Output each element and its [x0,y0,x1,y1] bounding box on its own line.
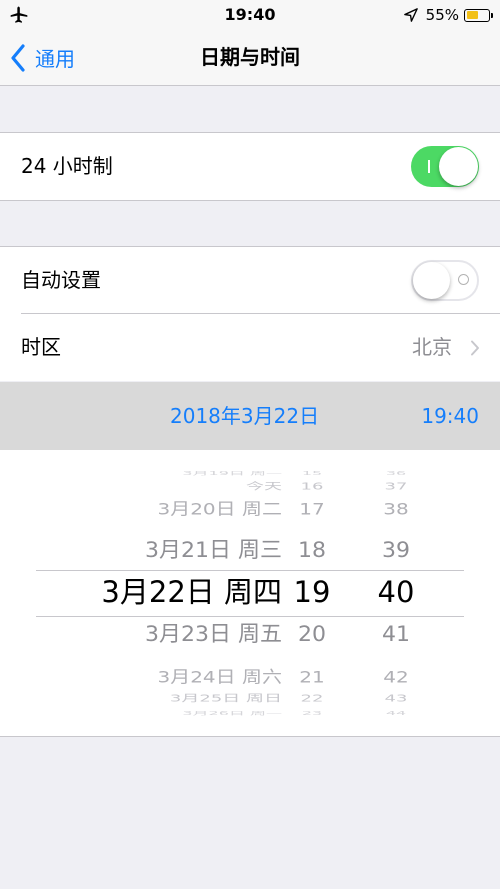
minute-wheel-item: 44 [385,709,407,716]
hour-wheel-item-selected: 19 [293,575,331,610]
date-wheel-item: 3月20日 周二 [157,499,282,519]
hour-wheel[interactable]: 15 16 17 18 19 20 21 22 23 [282,450,342,736]
back-label: 通用 [35,47,75,71]
timezone-row[interactable]: 时区 北京 [0,314,500,381]
minute-wheel[interactable]: 36 37 38 39 40 41 42 43 44 [358,450,434,736]
selected-date: 2018年3月22日 [170,404,320,428]
selected-time: 19:40 [421,404,479,428]
hour-wheel-item: 21 [299,667,325,687]
timezone-label: 时区 [21,335,61,359]
minute-wheel-item: 41 [382,622,410,647]
timezone-value: 北京 [412,335,452,359]
minute-wheel-item: 37 [384,481,408,493]
hour24-row: 24 小时制 [0,133,500,200]
toggle-knob [413,262,450,299]
auto-set-toggle[interactable] [411,260,479,301]
hour-wheel-item: 18 [298,538,326,563]
toggle-knob [439,147,478,186]
date-wheel-item: 3月26日 周一 [182,709,282,716]
settings-group-hour24: 24 小时制 [0,132,500,201]
hour-wheel-item: 23 [301,709,323,716]
date-wheel-item: 3月23日 周五 [145,622,282,647]
date-time-picker: 3月19日 周一今天 3月20日 周二 3月21日 周三 3月22日 周四 3月23日 … [0,450,500,737]
location-arrow-icon [403,8,418,22]
date-wheel-item-selected: 3月22日 周四 [101,575,282,610]
navigation-bar: 通用 日期与时间 [0,30,500,86]
date-wheel-item: 3月25日 周日 [169,693,282,705]
status-right-group: 55% [403,4,493,26]
hour-wheel-item: 15 [301,469,323,476]
back-chevron-icon [11,43,25,72]
status-bar: 19:40 55% [0,0,500,30]
hour-wheel-item: 22 [300,693,324,705]
hour-wheel-item: 17 [299,499,325,519]
minute-wheel-item: 38 [383,499,409,519]
hour-wheel-item: 16 [300,481,324,493]
auto-set-label: 自动设置 [21,268,101,292]
minute-wheel-item: 43 [384,693,408,705]
minute-wheel-item: 42 [383,667,409,687]
date-wheel-item: 3月21日 周三 [145,538,282,563]
toggle-on-indicator [428,160,430,173]
settings-group-auto: 自动设置 时区 北京 [0,246,500,381]
battery-percent: 55% [425,6,459,24]
chevron-right-icon [471,340,479,356]
date-wheel[interactable]: 3月19日 周一今天 3月20日 周二 3月21日 周三 3月22日 周四 3月23日 … [40,450,282,736]
minute-wheel-item: 36 [385,469,407,476]
minute-wheel-item: 39 [382,538,410,563]
date-wheel-item: 3月24日 周六 [157,667,282,687]
hour-wheel-item: 20 [298,622,326,647]
date-wheel-item: 3月19日 周一 [182,469,282,476]
battery-fill [466,11,478,19]
minute-wheel-item-selected: 40 [377,575,415,610]
hour24-toggle[interactable] [411,146,479,187]
page-title: 日期与时间 [200,45,300,69]
hour24-label: 24 小时制 [21,154,113,178]
back-button[interactable]: 通用 [10,30,75,85]
auto-set-row: 自动设置 [0,247,500,314]
datetime-row[interactable]: 2018年3月22日 19:40 [0,382,500,450]
toggle-off-indicator [458,274,469,285]
date-wheel-item: 今天 [246,481,282,493]
battery-icon [464,8,493,22]
